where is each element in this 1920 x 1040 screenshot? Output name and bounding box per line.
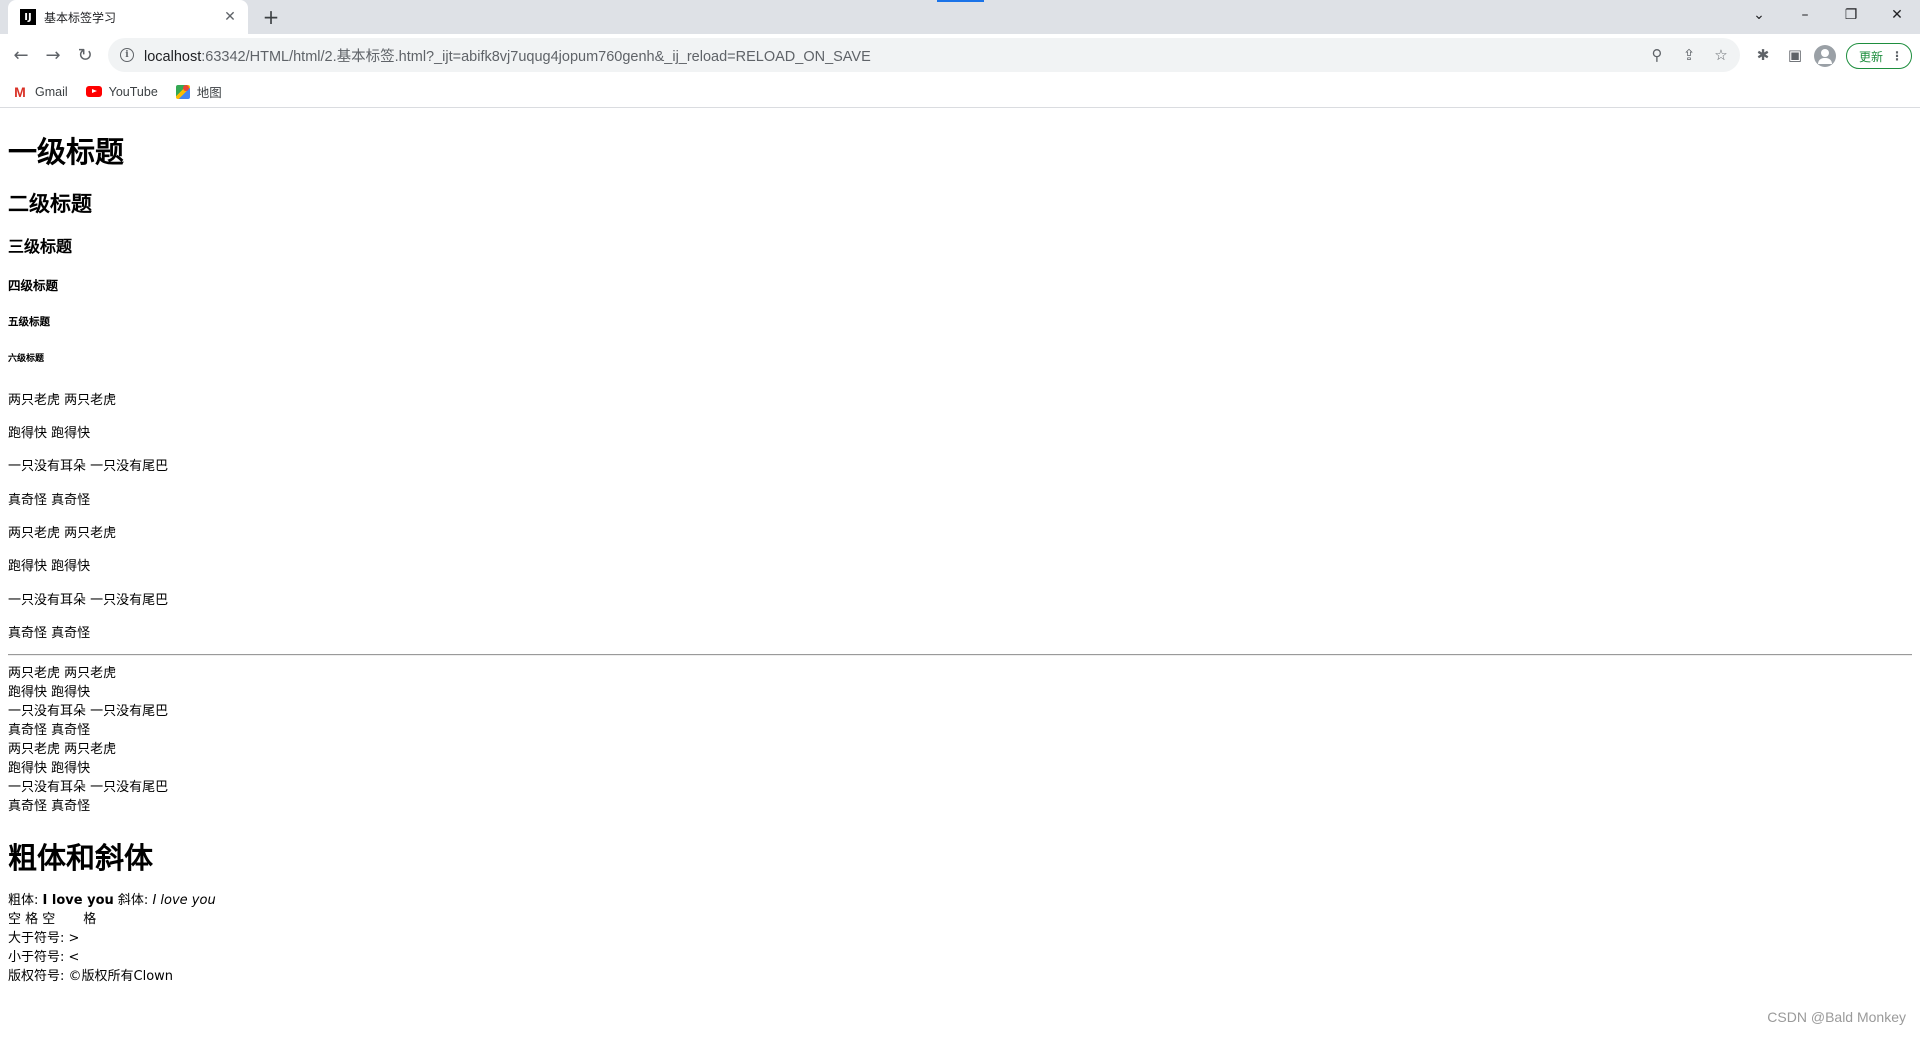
heading-h3: 三级标题 xyxy=(8,237,73,256)
horizontal-rule xyxy=(8,654,1912,656)
br-line: 真奇怪 真奇怪 xyxy=(8,723,91,738)
csdn-watermark: CSDN @Bald Monkey xyxy=(1767,1009,1906,1025)
page-viewport: 一级标题 二级标题 三级标题 四级标题 五级标题 六级标题 两只老虎 两只老虎 … xyxy=(0,109,1920,1040)
space-line: 空 格 空格 xyxy=(8,910,96,929)
browser-toolbar: ← → ↻ i localhost:63342/HTML/html/2.基本标签… xyxy=(0,34,1920,76)
space-text-a: 空 格 空 xyxy=(8,912,56,927)
tab-close-icon[interactable]: ✕ xyxy=(222,9,238,25)
side-panel-icon[interactable]: ▣ xyxy=(1782,42,1808,68)
bookmark-label: 地图 xyxy=(196,86,222,100)
bookmark-gmail[interactable]: M Gmail xyxy=(12,83,68,100)
gmail-icon: M xyxy=(14,83,26,100)
paragraph: 跑得快 跑得快 xyxy=(8,559,91,574)
reload-button[interactable]: ↻ xyxy=(72,42,98,68)
br-line: 一只没有耳朵 一只没有尾巴 xyxy=(8,704,169,719)
url-path: :63342/HTML/html/2.基本标签.html?_ijt=abifk8… xyxy=(201,48,871,65)
site-info-icon[interactable]: i xyxy=(120,48,134,62)
paragraph: 一只没有耳朵 一只没有尾巴 xyxy=(8,593,169,608)
paragraph: 真奇怪 真奇怪 xyxy=(8,626,91,641)
paragraph: 两只老虎 两只老虎 xyxy=(8,526,117,541)
restore-button[interactable]: ❐ xyxy=(1828,0,1874,30)
share-icon[interactable]: ⇪ xyxy=(1680,46,1698,64)
italic-label: 斜体: xyxy=(117,893,149,908)
bold-text: I love you xyxy=(42,893,114,908)
bookmark-maps[interactable]: 地图 xyxy=(175,82,222,101)
tab-search-chevron-icon[interactable]: ⌄ xyxy=(1736,0,1782,30)
address-url[interactable]: localhost:63342/HTML/html/2.基本标签.html?_i… xyxy=(144,45,871,66)
paragraph: 跑得快 跑得快 xyxy=(8,426,91,441)
lt-line: 小于符号: < xyxy=(8,950,80,965)
heading-h6: 六级标题 xyxy=(8,354,45,364)
paragraph: 两只老虎 两只老虎 xyxy=(8,393,117,408)
update-button[interactable]: 更新 ⋮ xyxy=(1846,43,1912,69)
br-line: 跑得快 跑得快 xyxy=(8,761,91,776)
paragraph: 一只没有耳朵 一只没有尾巴 xyxy=(8,459,169,474)
bold-label: 粗体: xyxy=(8,893,39,908)
bookmark-star-icon[interactable]: ☆ xyxy=(1712,46,1730,64)
intellij-favicon-icon: IJ xyxy=(20,9,36,25)
update-label: 更新 xyxy=(1859,49,1884,64)
address-bar[interactable]: i localhost:63342/HTML/html/2.基本标签.html?… xyxy=(108,38,1740,72)
br-line: 一只没有耳朵 一只没有尾巴 xyxy=(8,780,169,795)
br-line: 跑得快 跑得快 xyxy=(8,685,91,700)
bold-italic-line: 粗体: I love you 斜体: I love you xyxy=(8,891,216,910)
bookmark-youtube[interactable]: YouTube xyxy=(85,84,158,99)
tab-strip-accent xyxy=(937,0,984,2)
br-line: 两只老虎 两只老虎 xyxy=(8,742,117,757)
window-close-button[interactable]: ✕ xyxy=(1874,0,1920,30)
copyright-line: 版权符号: ©版权所有Clown xyxy=(8,969,174,984)
br-line: 真奇怪 真奇怪 xyxy=(8,799,91,814)
new-tab-button[interactable]: + xyxy=(258,4,284,30)
forward-button[interactable]: → xyxy=(40,42,66,68)
tab-strip: IJ 基本标签学习 ✕ + ⌄ – ❐ ✕ xyxy=(0,0,1920,34)
youtube-icon xyxy=(85,86,102,97)
profile-avatar-icon[interactable] xyxy=(1814,45,1836,67)
tab-title: 基本标签学习 xyxy=(44,10,117,25)
italic-text: I love you xyxy=(152,893,216,908)
menu-kebab-icon[interactable]: ⋮ xyxy=(1891,49,1903,63)
bookmark-label: YouTube xyxy=(108,84,158,99)
back-button[interactable]: ← xyxy=(8,42,34,68)
url-host: localhost xyxy=(144,48,202,65)
heading-h2: 二级标题 xyxy=(8,192,92,216)
paragraph: 真奇怪 真奇怪 xyxy=(8,493,91,508)
br-line: 两只老虎 两只老虎 xyxy=(8,666,117,681)
extensions-icon[interactable]: ✱ xyxy=(1750,42,1776,68)
minimize-button[interactable]: – xyxy=(1782,0,1828,30)
maps-icon xyxy=(175,84,190,99)
bookmark-label: Gmail xyxy=(35,84,68,99)
heading-bold-italic: 粗体和斜体 xyxy=(8,841,154,875)
heading-h5: 五级标题 xyxy=(8,316,50,328)
tab-active[interactable]: IJ 基本标签学习 ✕ xyxy=(8,0,248,34)
gt-line: 大于符号: > xyxy=(8,931,80,946)
heading-h1: 一级标题 xyxy=(8,135,125,169)
space-text-b: 格 xyxy=(83,912,97,927)
zoom-icon[interactable]: ⚲ xyxy=(1648,46,1666,64)
heading-h4: 四级标题 xyxy=(8,278,59,293)
bookmarks-bar: M Gmail YouTube 地图 xyxy=(0,76,1920,108)
